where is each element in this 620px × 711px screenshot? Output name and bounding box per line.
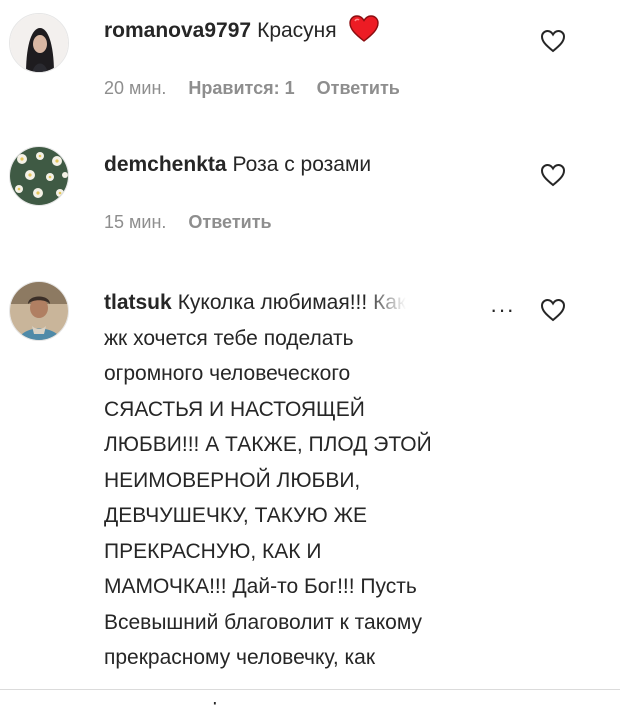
likes-count[interactable]: Нравится: 1: [188, 78, 294, 99]
timestamp[interactable]: 20 мин.: [104, 78, 166, 99]
comment-body: romanova9797 Красуня: [104, 13, 379, 54]
username[interactable]: tlatsuk: [104, 291, 172, 314]
comment-text-line: СЯАСТЬЯ И НАСТОЯЩЕЙ: [104, 392, 514, 428]
reply-button[interactable]: Ответить: [188, 212, 271, 233]
username[interactable]: demchenkta: [104, 153, 227, 176]
avatar[interactable]: [9, 13, 69, 73]
comment-text-line: Всевышний благоволит к такому: [104, 605, 514, 641]
comment-text-line: жк хочется тебе поделать: [104, 321, 514, 357]
comment-text: Роза с розами: [233, 153, 372, 176]
avatar[interactable]: [9, 281, 69, 341]
comment-text-line: огромного человеческого: [104, 356, 514, 392]
comment-text-lines: жк хочется тебе поделатьогромного челове…: [104, 321, 514, 711]
more-options-icon[interactable]: ···: [490, 297, 515, 323]
divider: [0, 689, 620, 690]
timestamp[interactable]: 15 мин.: [104, 212, 166, 233]
scroll-cutoff: [0, 680, 620, 702]
comment-text-line: НЕИМОВЕРНОЙ ЛЮБВИ,: [104, 463, 514, 499]
comment-text-line: ЛЮБВИ!!! А ТАКЖЕ, ПЛОД ЭТОЙ: [104, 427, 514, 463]
comment-text-line1: Куколка любимая!!! Как: [178, 291, 406, 314]
red-heart-icon: [349, 15, 379, 54]
comment-meta: 15 мин. Ответить: [104, 212, 272, 233]
comment-text-line: МАМОЧКА!!! Дай-то Бог!!! Пусть: [104, 569, 514, 605]
reply-button[interactable]: Ответить: [317, 78, 400, 99]
comment-body: demchenkta Роза с розами: [104, 147, 371, 183]
comment-first-line: tlatsuk Куколка любимая!!! Как: [104, 285, 514, 321]
heart-outline-icon[interactable]: [540, 298, 566, 322]
heart-outline-icon[interactable]: [540, 29, 566, 53]
comment-text-line: ПРЕКРАСНУЮ, КАК И: [104, 534, 514, 570]
username[interactable]: romanova9797: [104, 19, 251, 42]
avatar[interactable]: [9, 146, 69, 206]
comment-meta: 20 мин. Нравится: 1 Ответить: [104, 78, 400, 99]
comment-text-line: прекрасному человечку, как: [104, 640, 514, 676]
heart-outline-icon[interactable]: [540, 163, 566, 187]
comment-body: tlatsuk Куколка любимая!!! Как жк хочется…: [104, 285, 514, 711]
comment-text: Красуня: [257, 19, 337, 42]
comment-text-line: ДЕВЧУШЕЧКУ, ТАКУЮ ЖЕ: [104, 498, 514, 534]
